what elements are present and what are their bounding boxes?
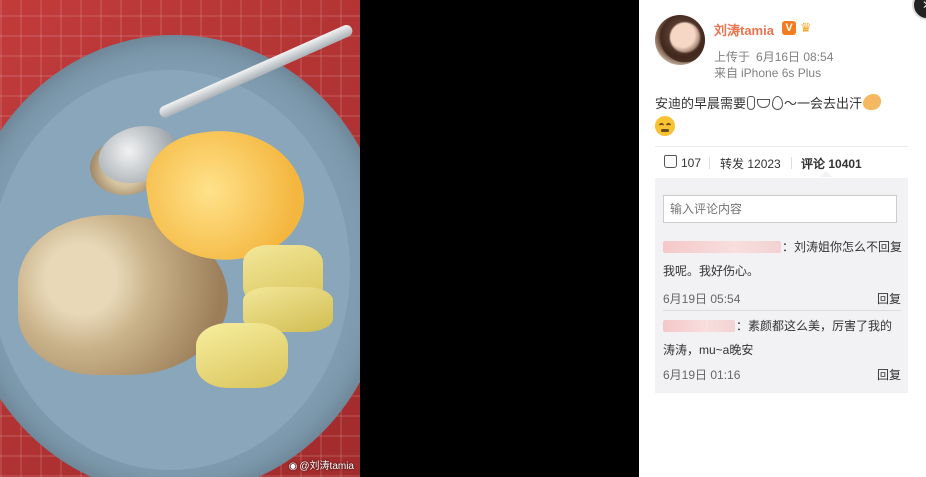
flexed-bicep-icon — [863, 94, 882, 110]
comment-count: 10401 — [828, 157, 862, 171]
post-text-part2: ～一会去出汗 — [784, 96, 863, 111]
weibo-photo-viewer: ◉@刘涛tamia ✕ 刘涛tamia V ♛ 上传于6月16日 08:54 来… — [0, 0, 926, 477]
thumbs-up-icon — [664, 155, 677, 168]
reply-button[interactable]: 回复 — [877, 290, 901, 307]
like-count: 107 — [681, 156, 702, 170]
active-tab-caret — [820, 171, 832, 177]
watermark-text: @刘涛tamia — [299, 461, 354, 472]
source-label: 来自 — [714, 66, 739, 80]
egg-icon — [772, 96, 784, 110]
photo-watermark: ◉ @刘涛tamia — [289, 457, 354, 472]
milk-bottle-icon — [747, 96, 756, 110]
divider — [709, 157, 710, 169]
crown-icon: ♛ — [800, 20, 812, 35]
repost-label: 转发 — [720, 157, 745, 171]
post-actions: 107 转发 12023 评论 10401 — [655, 150, 908, 177]
avatar[interactable] — [655, 15, 705, 65]
repost-button[interactable]: 转发 12023 — [720, 155, 781, 172]
comment-label: 评论 — [801, 157, 826, 171]
source-value[interactable]: iPhone 6s Plus — [741, 66, 821, 80]
reply-button[interactable]: 回复 — [877, 366, 901, 383]
timestamp-label: 上传于 — [714, 50, 751, 64]
timestamp-value[interactable]: 6月16日 08:54 — [756, 50, 833, 64]
like-button[interactable]: 107 — [664, 155, 701, 170]
comment-text: 涛涛，mu~a晚安 — [663, 343, 754, 357]
divider — [663, 310, 901, 311]
weibo-icon: ◉ — [288, 461, 298, 472]
coffee-cup-icon — [757, 99, 771, 108]
comment-input[interactable] — [663, 195, 897, 223]
divider — [655, 146, 908, 147]
sweat-face-icon — [655, 116, 675, 136]
verified-badge-icon: V — [782, 21, 796, 35]
post-text-part1: 安迪的早晨需要 — [655, 96, 747, 111]
kiwi-slice — [196, 323, 288, 388]
post-source: 来自 iPhone 6s Plus — [714, 64, 821, 81]
post-photo[interactable]: ◉ @刘涛tamia — [0, 0, 360, 477]
repost-count: 12023 — [747, 157, 781, 171]
post-text: 安迪的早晨需要 ～一会去出汗 — [655, 93, 910, 115]
comment-time: 6月19日 01:16 — [663, 368, 741, 382]
post-timestamp: 上传于 6月16日 08:54 — [714, 48, 833, 65]
username-link[interactable]: 刘涛tamia — [714, 20, 774, 39]
divider — [791, 157, 792, 169]
comment-text: 我呢。我好伤心。 — [663, 264, 760, 278]
comment-text: ：素颜都这么美，厉害了我的 — [736, 319, 893, 333]
comment-time: 6月19日 05:54 — [663, 292, 741, 306]
comment-tab[interactable]: 评论 10401 — [801, 155, 862, 172]
comment-username-blurred[interactable] — [663, 241, 781, 253]
comment-username-blurred[interactable] — [663, 320, 735, 332]
comment-text: ：刘涛姐你怎么不回复 — [782, 240, 903, 254]
